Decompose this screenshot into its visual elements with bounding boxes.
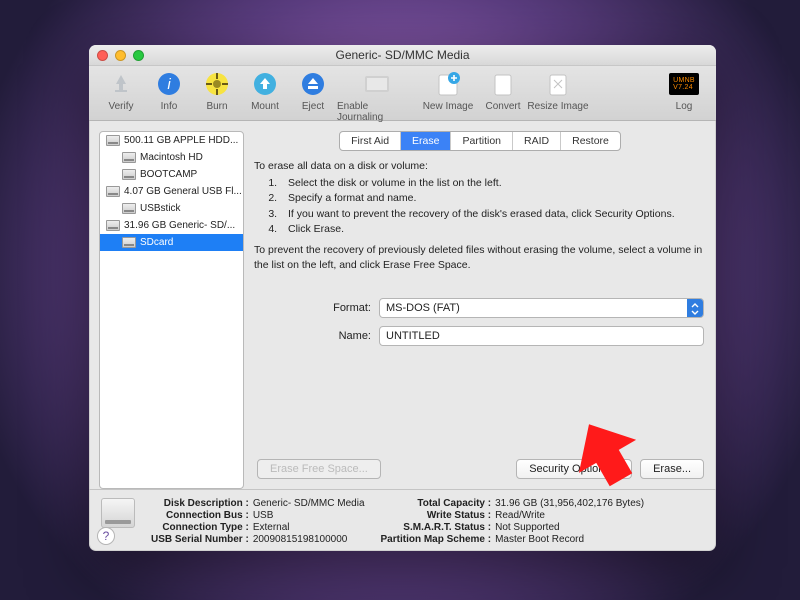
- format-label: Format:: [254, 302, 379, 314]
- format-row: Format: MS-DOS (FAT): [254, 298, 706, 318]
- toolbar: Verify i Info Burn Mount Eject: [89, 66, 716, 121]
- eject-icon: [298, 69, 328, 99]
- erase-button[interactable]: Erase...: [640, 459, 704, 479]
- sidebar-item[interactable]: 4.07 GB General USB Fl...: [100, 183, 243, 200]
- toolbar-resize[interactable]: Resize Image: [527, 69, 589, 112]
- toolbar-info[interactable]: i Info: [145, 69, 193, 112]
- traffic-lights: [97, 50, 144, 61]
- burn-icon: [202, 69, 232, 99]
- convert-icon: [488, 69, 518, 99]
- drive-icon: [122, 169, 136, 180]
- device-sidebar[interactable]: 500.11 GB APPLE HDD... Macintosh HD BOOTCA…: [99, 131, 244, 489]
- new-image-icon: [433, 69, 463, 99]
- content-pane: First Aid Erase Partition RAID Restore T…: [254, 131, 706, 489]
- main-area: 500.11 GB APPLE HDD... Macintosh HD BOOTCA…: [89, 121, 716, 489]
- toolbar-eject[interactable]: Eject: [289, 69, 337, 112]
- chevron-updown-icon: [691, 303, 699, 315]
- toolbar-log[interactable]: UMNBV7.24 Log: [660, 69, 708, 112]
- tab-erase[interactable]: Erase: [401, 132, 451, 150]
- sidebar-item-label: BOOTCAMP: [140, 169, 197, 180]
- name-row: Name: UNTITLED: [254, 326, 706, 346]
- sidebar-item[interactable]: USBstick: [100, 200, 243, 217]
- close-button[interactable]: [97, 50, 108, 61]
- sidebar-item-label: Macintosh HD: [140, 152, 203, 163]
- sidebar-item[interactable]: SDcard: [100, 234, 243, 251]
- toolbar-convert[interactable]: Convert: [479, 69, 527, 112]
- help-button[interactable]: ?: [97, 527, 115, 545]
- toolbar-new-image[interactable]: New Image: [417, 69, 479, 112]
- drive-icon: [106, 186, 120, 197]
- drive-icon: [122, 203, 136, 214]
- footer-left-column: Disk Description :Generic- SD/MMC Media …: [151, 498, 365, 545]
- format-select[interactable]: MS-DOS (FAT): [379, 298, 704, 318]
- log-icon: UMNBV7.24: [669, 69, 699, 99]
- mount-icon: [250, 69, 280, 99]
- sidebar-item-label: 4.07 GB General USB Fl...: [124, 186, 242, 197]
- disk-utility-window: Generic- SD/MMC Media Verify i Info Burn…: [89, 45, 716, 551]
- tab-partition[interactable]: Partition: [451, 132, 513, 150]
- erase-free-space-button: Erase Free Space...: [257, 459, 381, 479]
- instructions-text: To erase all data on a disk or volume: S…: [254, 159, 706, 284]
- info-icon: i: [154, 69, 184, 99]
- tab-bar: First Aid Erase Partition RAID Restore: [254, 131, 706, 151]
- security-options-button[interactable]: Security Options...: [516, 459, 632, 479]
- sidebar-item[interactable]: 31.96 GB Generic- SD/...: [100, 217, 243, 234]
- titlebar: Generic- SD/MMC Media: [89, 45, 716, 66]
- disk-icon: [101, 498, 135, 528]
- sidebar-item-label: 31.96 GB Generic- SD/...: [124, 220, 235, 231]
- sidebar-item[interactable]: BOOTCAMP: [100, 166, 243, 183]
- button-row: Erase Free Space... Security Options... …: [254, 453, 706, 489]
- zoom-button[interactable]: [133, 50, 144, 61]
- minimize-button[interactable]: [115, 50, 126, 61]
- toolbar-burn[interactable]: Burn: [193, 69, 241, 112]
- instruction-step: Click Erase.: [280, 222, 703, 237]
- info-footer: Disk Description :Generic- SD/MMC Media …: [89, 489, 716, 551]
- drive-icon: [106, 220, 120, 231]
- toolbar-verify[interactable]: Verify: [97, 69, 145, 112]
- microscope-icon: [106, 69, 136, 99]
- sidebar-item-label: 500.11 GB APPLE HDD...: [124, 135, 238, 146]
- sidebar-item-label: SDcard: [140, 237, 173, 248]
- resize-icon: [543, 69, 573, 99]
- toolbar-journaling[interactable]: Enable Journaling: [337, 69, 417, 123]
- tab-first-aid[interactable]: First Aid: [340, 132, 401, 150]
- footer-right-column: Total Capacity :31.96 GB (31,956,402,176…: [381, 498, 645, 545]
- name-input[interactable]: UNTITLED: [379, 326, 704, 346]
- sidebar-item-label: USBstick: [140, 203, 181, 214]
- toolbar-mount[interactable]: Mount: [241, 69, 289, 112]
- sidebar-item[interactable]: 500.11 GB APPLE HDD...: [100, 132, 243, 149]
- drive-icon: [122, 237, 136, 248]
- instruction-step: Select the disk or volume in the list on…: [280, 176, 703, 191]
- tab-raid[interactable]: RAID: [513, 132, 561, 150]
- tab-restore[interactable]: Restore: [561, 132, 620, 150]
- instruction-step: Specify a format and name.: [280, 191, 703, 206]
- journaling-icon: [362, 69, 392, 99]
- instruction-step: If you want to prevent the recovery of t…: [280, 207, 703, 222]
- name-label: Name:: [254, 330, 379, 342]
- drive-icon: [122, 152, 136, 163]
- window-title: Generic- SD/MMC Media: [89, 48, 716, 62]
- sidebar-item[interactable]: Macintosh HD: [100, 149, 243, 166]
- drive-icon: [106, 135, 120, 146]
